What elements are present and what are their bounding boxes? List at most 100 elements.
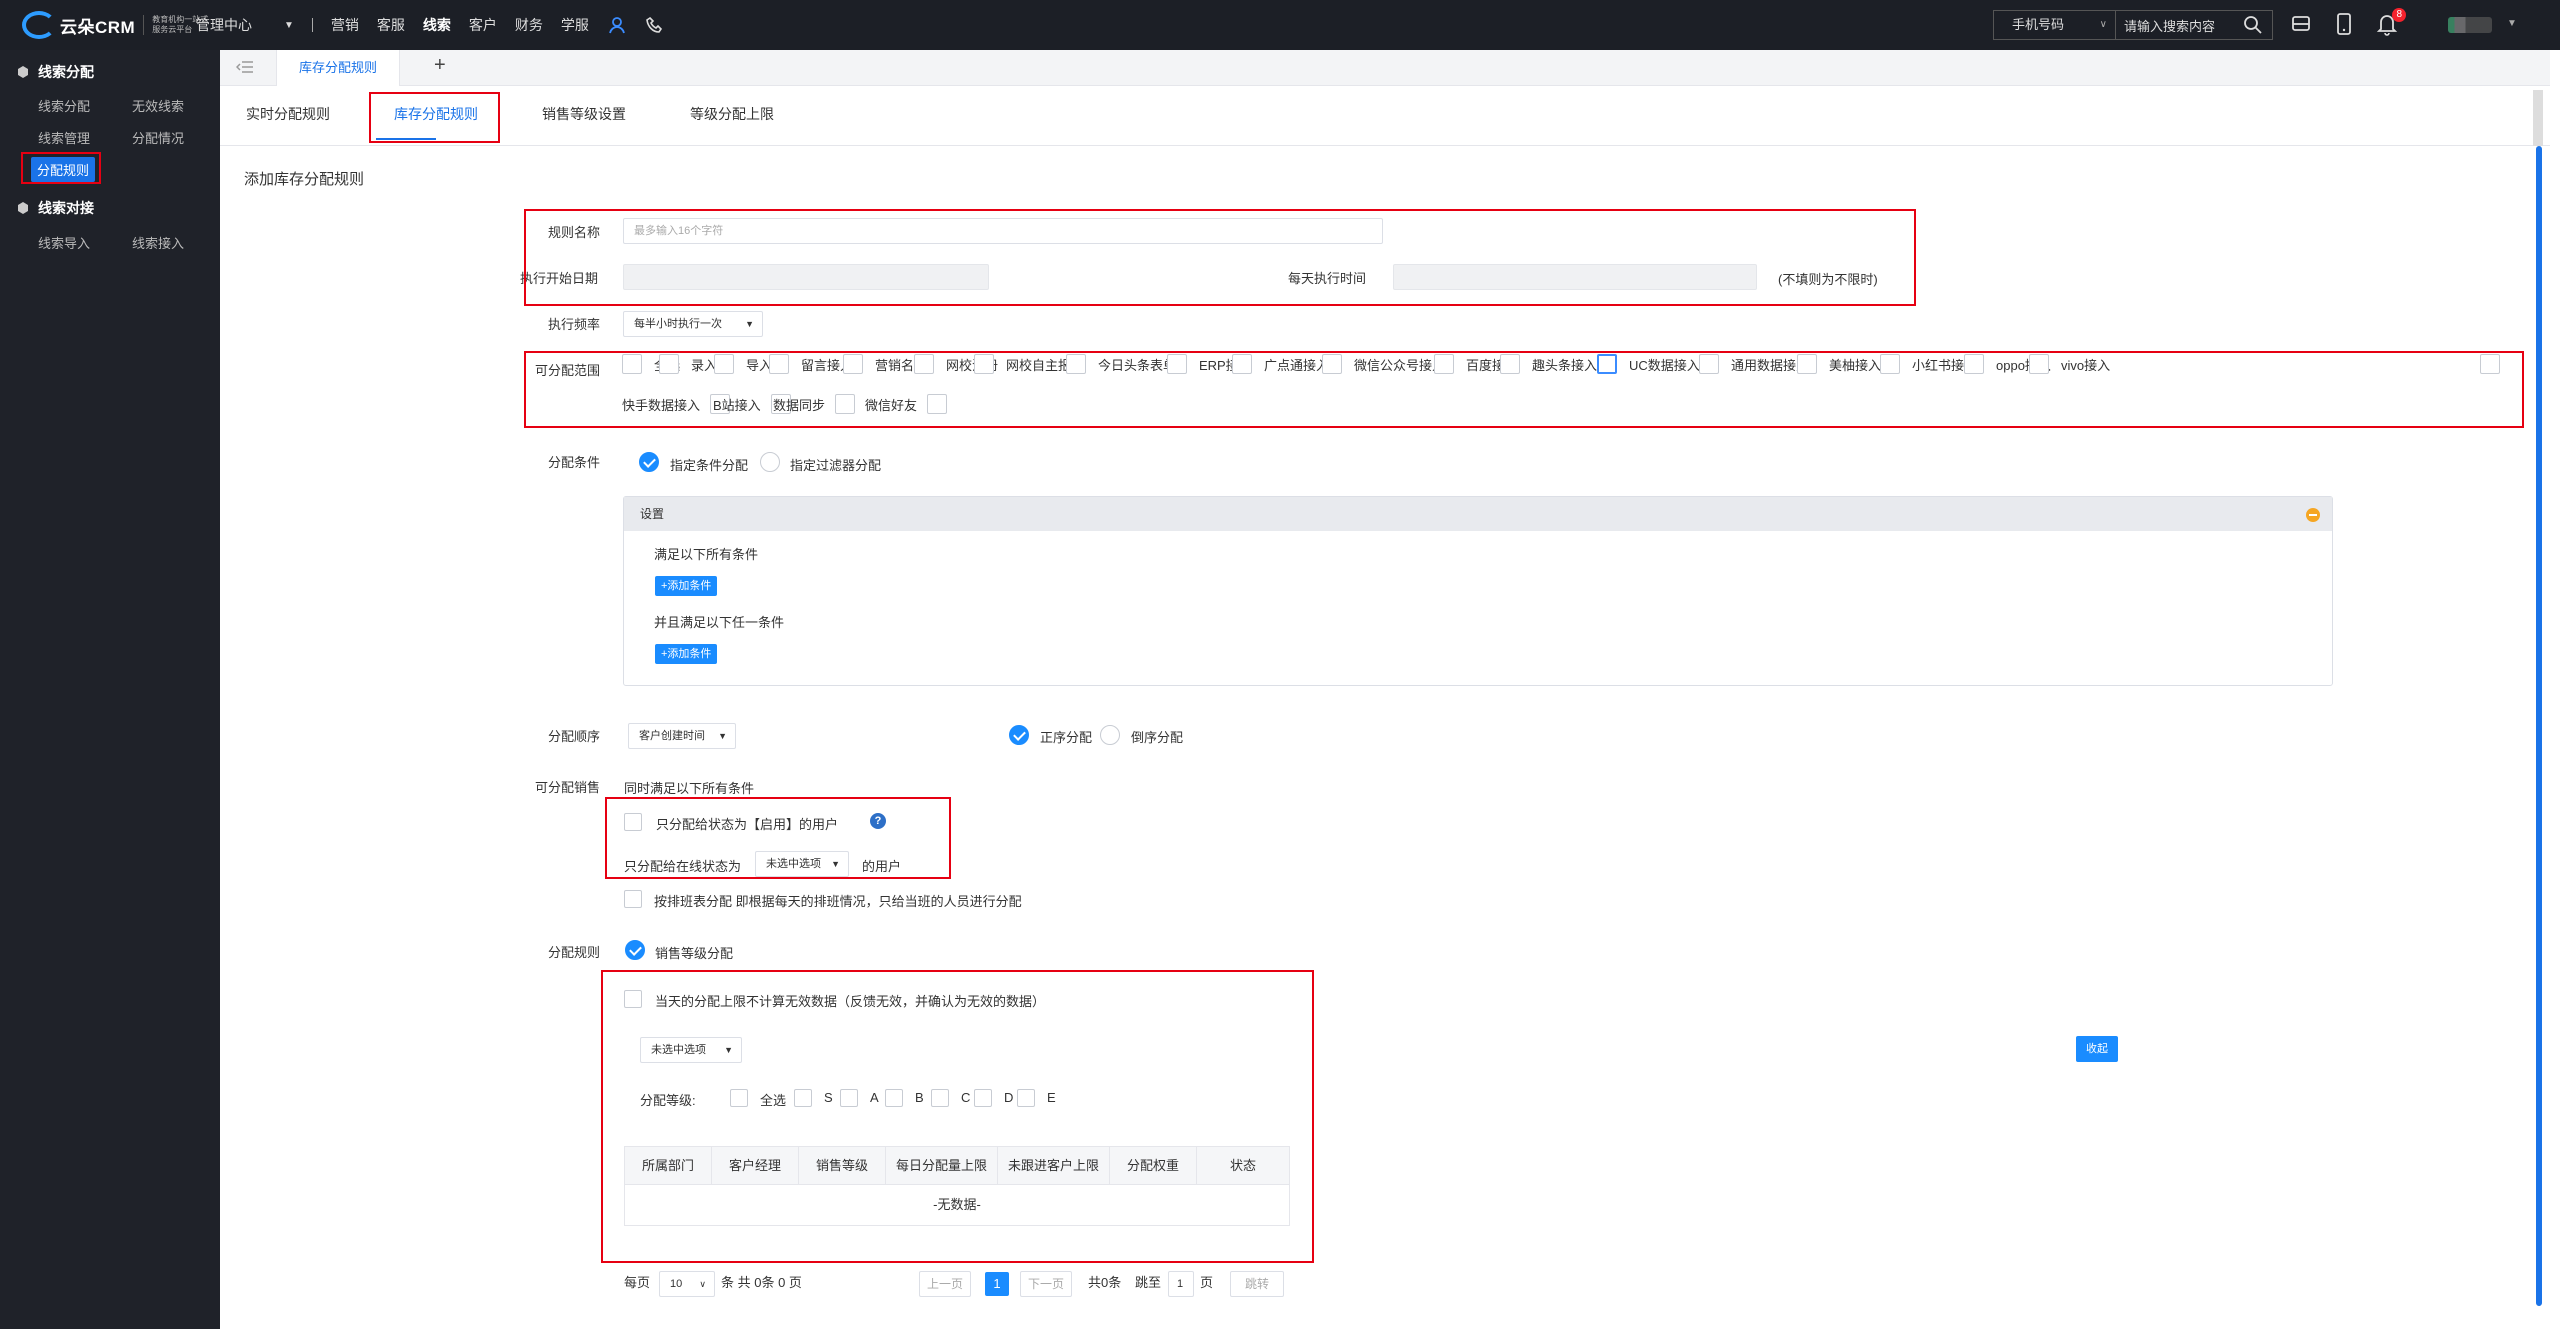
level-option-select[interactable]: 未选中选项 ▼ (640, 1037, 742, 1063)
scope-item[interactable]: 趣头条接入 (1500, 354, 1597, 374)
add-tab-button[interactable]: + (434, 54, 446, 77)
current-page[interactable]: 1 (985, 1272, 1009, 1296)
notification-bell[interactable]: 8 (2376, 8, 2406, 36)
scope-checkbox[interactable] (1500, 354, 1520, 374)
exclude-invalid-checkbox[interactable] (624, 990, 642, 1008)
logo[interactable]: 云朵CRM 教育机构一站式服务云平台 (22, 10, 213, 40)
scope-checkbox[interactable] (1964, 354, 1984, 374)
prev-page-button[interactable]: 上一页 (919, 1271, 971, 1297)
search-type-select[interactable]: 手机号码 ∨ (1994, 11, 2116, 39)
sidebar-item-lead-import[interactable]: 线索导入 (38, 233, 90, 252)
scope-checkbox[interactable] (2029, 354, 2049, 374)
nav-leads[interactable]: 线索 (423, 15, 451, 35)
nav-student-service[interactable]: 学服 (561, 15, 589, 35)
subtab-level-limit[interactable]: 等级分配上限 (690, 104, 774, 124)
scope-item[interactable]: 广点通接入 (1232, 354, 1329, 374)
collapse-minus-icon[interactable] (2306, 508, 2320, 522)
level-checkbox[interactable] (974, 1089, 992, 1107)
sidebar-item-lead-allocation[interactable]: 线索分配 (38, 96, 90, 115)
scope-checkbox[interactable] (1232, 354, 1252, 374)
next-page-button[interactable]: 下一页 (1020, 1271, 1072, 1297)
tab-inventory-rules[interactable]: 库存分配规则 (276, 50, 401, 86)
scope-item[interactable]: 微信公众号接入 (1322, 354, 1445, 374)
jump-button[interactable]: 跳转 (1230, 1271, 1284, 1297)
scope-checkbox[interactable] (622, 354, 642, 374)
scope-checkbox[interactable] (1699, 354, 1719, 374)
scrollbar[interactable] (2536, 146, 2542, 1306)
scope-item[interactable]: 美柚接入 (1797, 354, 1881, 374)
scope-item[interactable]: 今日头条表单 (1066, 354, 1176, 374)
scope-checkbox[interactable] (659, 354, 679, 374)
scope-checkbox[interactable] (1880, 354, 1900, 374)
menu-toggle-icon[interactable] (236, 60, 254, 74)
sidebar-item-lead-management[interactable]: 线索管理 (38, 128, 90, 147)
order-desc-radio[interactable] (1100, 725, 1120, 745)
scope-checkbox[interactable] (1597, 354, 1617, 374)
account-dropdown-icon[interactable]: ▼ (2507, 18, 2517, 29)
nav-dropdown-icon[interactable]: ▼ (284, 20, 294, 31)
scope-checkbox[interactable] (1797, 354, 1817, 374)
add-condition-button[interactable]: +添加条件 (655, 576, 718, 596)
mobile-icon[interactable] (2333, 12, 2355, 36)
nav-marketing[interactable]: 营销 (331, 15, 359, 35)
subtab-sales-level[interactable]: 销售等级设置 (542, 104, 626, 124)
start-date-input[interactable] (623, 264, 989, 290)
sidebar-group-lead-integration[interactable]: 线索对接 (16, 198, 94, 218)
scope-item[interactable]: 留言接入 (769, 354, 853, 374)
sidebar-item-allocation-status[interactable]: 分配情况 (132, 128, 184, 147)
nav-finance[interactable]: 财务 (515, 15, 543, 35)
scope-checkbox[interactable] (1322, 354, 1342, 374)
frequency-select[interactable]: 每半小时执行一次 ▼ (623, 311, 763, 337)
sidebar-item-allocation-rules[interactable]: 分配规则 (31, 157, 96, 182)
level-checkbox[interactable] (730, 1089, 748, 1107)
nav-service[interactable]: 客服 (377, 15, 405, 35)
scope-checkbox[interactable] (769, 354, 789, 374)
scope-item[interactable]: 导入 (714, 354, 772, 374)
scope-checkbox[interactable] (974, 354, 994, 374)
nav-customers[interactable]: 客户 (469, 15, 497, 35)
scope-item[interactable]: vivo接入 (2029, 354, 2110, 374)
condition-specified-radio[interactable] (639, 452, 659, 472)
user-icon[interactable] (607, 15, 627, 35)
sidebar-group-lead-allocation[interactable]: 线索分配 (16, 62, 94, 82)
sidebar-item-lead-access[interactable]: 线索接入 (132, 233, 184, 252)
level-checkbox[interactable] (885, 1089, 903, 1107)
inbox-icon[interactable] (2290, 12, 2312, 36)
phone-icon[interactable] (645, 15, 665, 35)
scope-checkbox[interactable] (714, 354, 734, 374)
search-icon[interactable] (2242, 14, 2264, 36)
shift-checkbox[interactable] (624, 890, 642, 908)
scope-item[interactable]: 数据同步 (773, 394, 867, 414)
only-enabled-checkbox[interactable] (624, 813, 642, 831)
per-page-select[interactable]: 10 ∨ (659, 1271, 715, 1297)
add-any-condition-button[interactable]: +添加条件 (655, 644, 718, 664)
rule-sales-level-radio[interactable] (625, 940, 645, 960)
order-asc-radio[interactable] (1009, 725, 1029, 745)
scope-checkbox[interactable] (927, 394, 948, 414)
level-checkbox[interactable] (1017, 1089, 1035, 1107)
collapse-button[interactable]: 收起 (2076, 1036, 2118, 1062)
scope-item[interactable]: 小红书接入 (1880, 354, 1977, 374)
jump-page-input[interactable]: 1 (1168, 1271, 1194, 1297)
scope-checkbox[interactable] (2480, 354, 2500, 374)
rule-name-input[interactable]: 最多输入16个字符 (623, 218, 1383, 244)
online-status-select[interactable]: 未选中选项 ▼ (755, 851, 849, 877)
nav-management-center[interactable]: 管理中心 (196, 15, 252, 35)
sidebar-item-invalid-leads[interactable]: 无效线索 (132, 96, 184, 115)
subtab-inventory-rules[interactable]: 库存分配规则 (394, 104, 478, 124)
scope-checkbox[interactable] (914, 354, 934, 374)
order-select[interactable]: 客户创建时间 ▼ (628, 723, 736, 749)
level-checkbox[interactable] (840, 1089, 858, 1107)
scope-checkbox[interactable] (1434, 354, 1454, 374)
subtab-realtime-rules[interactable]: 实时分配规则 (246, 104, 330, 124)
daily-time-input[interactable] (1393, 264, 1757, 290)
avatar[interactable] (2448, 17, 2492, 33)
level-checkbox[interactable] (794, 1089, 812, 1107)
scope-item[interactable]: 微信好友 (865, 394, 959, 414)
help-icon[interactable]: ? (870, 813, 886, 829)
scope-item[interactable]: 通用数据接入 (1699, 354, 1809, 374)
scope-checkbox[interactable] (1066, 354, 1086, 374)
scope-checkbox[interactable] (1167, 354, 1187, 374)
condition-filter-radio[interactable] (760, 452, 780, 472)
scope-checkbox[interactable] (835, 394, 856, 414)
